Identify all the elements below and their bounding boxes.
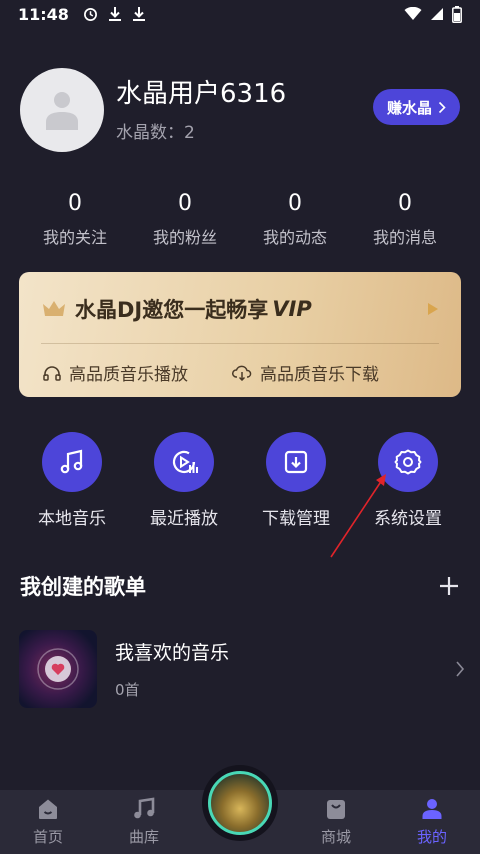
home-icon bbox=[39, 799, 57, 819]
avatar[interactable] bbox=[20, 68, 104, 152]
status-time: 11:48 bbox=[18, 4, 69, 24]
chevron-right-icon bbox=[438, 101, 446, 113]
stat-label: 我的关注 bbox=[42, 228, 107, 247]
shortcut-local-music[interactable]: 本地音乐 bbox=[16, 432, 128, 532]
playlist-item[interactable]: 我喜欢的音乐 0首 bbox=[19, 630, 465, 708]
vip-banner[interactable]: 水晶DJ邀您一起畅享 VIP 高品质音乐播放 高品质音乐下载 bbox=[19, 272, 461, 397]
vip-title-text: 水晶DJ邀您一起畅享 bbox=[75, 298, 269, 322]
music-note-icon bbox=[60, 449, 83, 474]
stats-row: 0 我的关注 0 我的粉丝 0 我的动态 0 我的消息 bbox=[20, 190, 460, 250]
cloud-download-icon bbox=[232, 365, 252, 381]
crown-icon bbox=[43, 301, 65, 316]
playlist-cover bbox=[19, 630, 97, 708]
shortcut-download-manager[interactable]: 下载管理 bbox=[240, 432, 352, 532]
status-bar: 11:48 bbox=[0, 0, 480, 28]
vip-feature: 高品质音乐播放 bbox=[43, 360, 188, 385]
nav-label: 我的 bbox=[416, 828, 447, 846]
stat-value: 0 bbox=[398, 191, 412, 216]
nav-label: 曲库 bbox=[128, 828, 159, 846]
vip-title: 水晶DJ邀您一起畅享 VIP bbox=[41, 294, 312, 324]
nav-library[interactable]: 曲库 bbox=[96, 790, 192, 854]
recent-play-icon bbox=[172, 450, 198, 474]
nav-mine[interactable]: 我的 bbox=[384, 790, 480, 854]
headphones-icon bbox=[43, 365, 61, 381]
profile-header: 水晶用户6316 水晶数：2 赚水晶 bbox=[20, 68, 460, 152]
username[interactable]: 水晶用户6316 bbox=[116, 78, 286, 110]
album-art bbox=[208, 771, 272, 835]
shortcut-row: 本地音乐 最近播放 下载管理 系统设置 bbox=[16, 432, 464, 532]
nav-label: 首页 bbox=[32, 828, 63, 846]
shortcut-recent-play[interactable]: 最近播放 bbox=[128, 432, 240, 532]
shortcut-system-settings[interactable]: 系统设置 bbox=[352, 432, 464, 532]
stat-following[interactable]: 0 我的关注 bbox=[20, 190, 130, 250]
wifi-icon bbox=[404, 7, 422, 20]
shortcut-label: 最近播放 bbox=[150, 509, 218, 529]
default-avatar-icon bbox=[46, 92, 78, 130]
playlist-count: 0首 bbox=[115, 681, 140, 699]
vip-features: 高品质音乐播放 高品质音乐下载 bbox=[43, 360, 379, 385]
vip-feature-label: 高品质音乐播放 bbox=[69, 365, 188, 385]
stat-value: 0 bbox=[178, 191, 192, 216]
my-playlists-header: 我创建的歌单 bbox=[20, 568, 460, 604]
user-icon bbox=[422, 799, 442, 819]
shopping-bag-icon bbox=[327, 800, 345, 819]
section-title: 我创建的歌单 bbox=[20, 575, 146, 599]
stat-label: 我的消息 bbox=[372, 228, 437, 247]
shortcut-label: 下载管理 bbox=[262, 509, 330, 529]
gear-icon bbox=[394, 449, 422, 475]
shortcut-label: 系统设置 bbox=[374, 509, 442, 529]
now-playing-disc[interactable] bbox=[202, 765, 278, 841]
chevron-right-icon bbox=[456, 661, 465, 677]
nav-home[interactable]: 首页 bbox=[0, 790, 96, 854]
earn-crystal-button[interactable]: 赚水晶 bbox=[372, 89, 460, 125]
vip-divider bbox=[41, 343, 439, 344]
vip-feature: 高品质音乐下载 bbox=[232, 360, 379, 385]
download-status-icon-2 bbox=[132, 7, 145, 21]
shortcut-label: 本地音乐 bbox=[38, 509, 106, 529]
nav-store[interactable]: 商城 bbox=[288, 790, 384, 854]
play-arrow-icon bbox=[428, 303, 438, 315]
vip-word: VIP bbox=[272, 297, 312, 321]
signal-icon bbox=[431, 8, 443, 20]
battery-icon bbox=[452, 5, 462, 23]
heart-cover-icon bbox=[37, 648, 79, 690]
stat-value: 0 bbox=[288, 191, 302, 216]
stat-label: 我的动态 bbox=[262, 228, 327, 247]
stat-messages[interactable]: 0 我的消息 bbox=[350, 190, 460, 250]
crystal-count: 水晶数：2 bbox=[116, 122, 195, 143]
stat-label: 我的粉丝 bbox=[152, 228, 217, 247]
vip-feature-label: 高品质音乐下载 bbox=[260, 365, 379, 385]
nav-label: 商城 bbox=[320, 828, 351, 846]
alarm-icon bbox=[83, 7, 97, 21]
stat-followers[interactable]: 0 我的粉丝 bbox=[130, 190, 240, 250]
stat-posts[interactable]: 0 我的动态 bbox=[240, 190, 350, 250]
stat-value: 0 bbox=[68, 191, 82, 216]
download-status-icon bbox=[108, 7, 121, 21]
add-playlist-icon[interactable] bbox=[438, 575, 460, 597]
playlist-name: 我喜欢的音乐 bbox=[115, 642, 230, 664]
download-icon bbox=[284, 450, 308, 474]
music-library-icon bbox=[134, 797, 155, 819]
earn-crystal-label: 赚水晶 bbox=[386, 98, 432, 117]
